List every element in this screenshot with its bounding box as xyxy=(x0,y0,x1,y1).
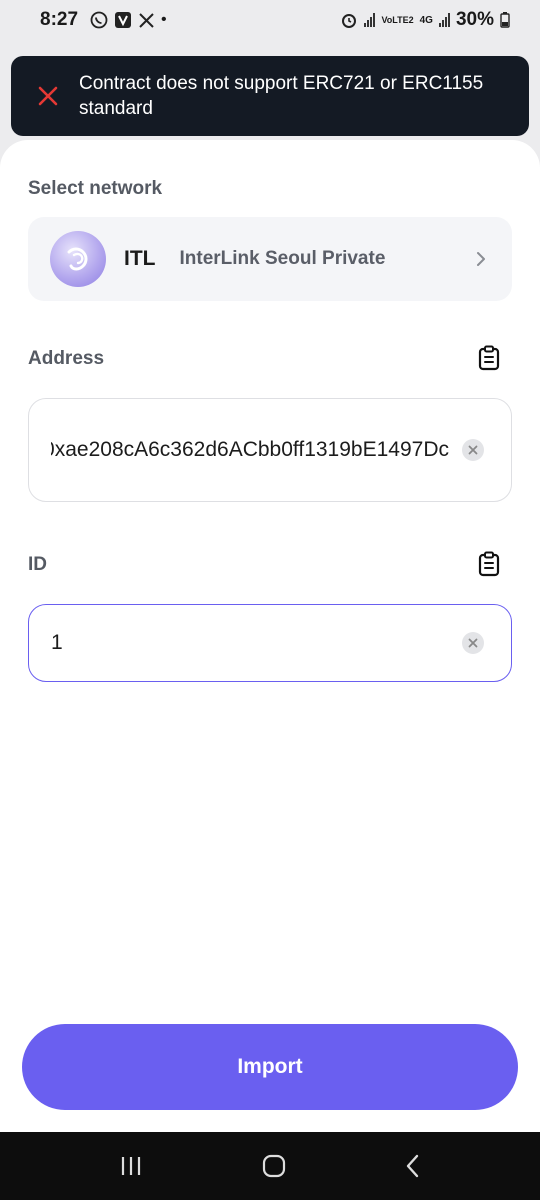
chevron-right-icon xyxy=(477,252,485,266)
volte-label: VoLTE2 xyxy=(381,14,414,25)
home-icon[interactable] xyxy=(262,1154,286,1178)
v-app-icon xyxy=(115,12,132,28)
id-value: 1 xyxy=(51,631,63,654)
network-symbol: ITL xyxy=(124,247,156,270)
network-type-label: 4G xyxy=(419,14,433,26)
clipboard-paste-id-icon[interactable] xyxy=(478,551,500,577)
battery-icon xyxy=(500,12,510,28)
signal-icon xyxy=(364,13,376,27)
x-app-icon xyxy=(139,12,154,28)
system-navigation-bar xyxy=(0,1132,540,1200)
back-icon[interactable] xyxy=(405,1154,421,1178)
import-button[interactable]: Import xyxy=(22,1024,518,1110)
status-time: 8:27 xyxy=(40,9,79,30)
toast-message: Contract does not support ERC721 or ERC1… xyxy=(79,73,484,119)
clear-address-icon[interactable] xyxy=(461,438,485,462)
status-bar: 8:27 • VoLTE2 4G 30% xyxy=(0,0,540,40)
close-icon[interactable] xyxy=(37,85,59,107)
whatsapp-icon xyxy=(90,11,108,29)
error-toast: Contract does not support ERC721 or ERC1… xyxy=(11,56,529,136)
signal-2-icon xyxy=(438,13,450,27)
network-logo-icon xyxy=(50,231,106,287)
notification-dot-icon: • xyxy=(161,11,167,28)
address-value: 0xae208cA6c362d6ACbb0ff1319bE1497Dc xyxy=(51,438,449,461)
id-label: ID xyxy=(28,554,47,575)
battery-percent: 30% xyxy=(455,9,494,30)
select-network-label: Select network xyxy=(28,178,163,199)
id-input[interactable]: 1 xyxy=(28,604,512,682)
network-name: InterLink Seoul Private xyxy=(179,248,386,269)
import-nft-sheet: Select network ITL InterLink Seoul Priva… xyxy=(0,140,540,1132)
clear-id-icon[interactable] xyxy=(461,631,485,655)
address-label: Address xyxy=(28,348,105,369)
alarm-icon xyxy=(342,14,357,28)
network-selector[interactable]: ITL InterLink Seoul Private xyxy=(28,217,512,301)
address-input[interactable]: 0xae208cA6c362d6ACbb0ff1319bE1497Dc xyxy=(28,398,512,502)
recent-apps-icon[interactable] xyxy=(119,1155,143,1177)
clipboard-paste-icon[interactable] xyxy=(478,345,500,371)
